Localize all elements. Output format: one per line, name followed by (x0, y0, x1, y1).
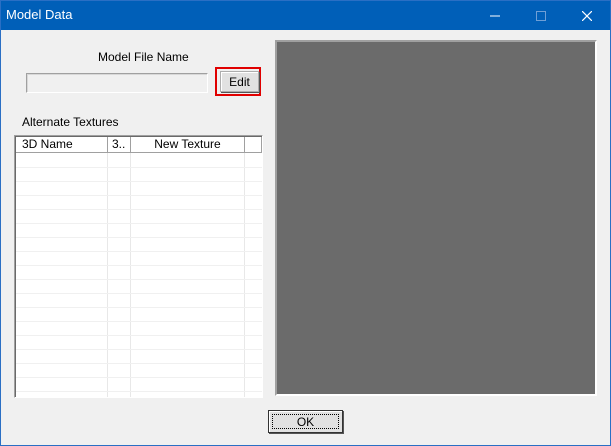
grid-line (16, 251, 262, 252)
grid-line (16, 223, 262, 224)
grid-line (16, 293, 262, 294)
grid-line (16, 279, 262, 280)
grid-line (16, 377, 262, 378)
edit-button[interactable]: Edit (220, 71, 259, 92)
ok-button[interactable]: OK (268, 410, 343, 433)
minimize-button[interactable] (472, 1, 518, 30)
grid-line (16, 321, 262, 322)
grid-line (16, 167, 262, 168)
column-header-new-texture[interactable]: New Texture (131, 137, 245, 153)
grid-line (16, 181, 262, 182)
column-header-extra[interactable] (245, 137, 262, 153)
window-title: Model Data (6, 7, 73, 22)
minimize-icon (490, 11, 500, 21)
grid-line (16, 335, 262, 336)
alternate-textures-list[interactable]: 3D Name 3.. New Texture (14, 135, 263, 398)
grid-line (130, 153, 131, 397)
grid-line (16, 307, 262, 308)
column-header-3d-name[interactable]: 3D Name (16, 137, 108, 153)
close-button[interactable] (564, 1, 610, 30)
title-bar[interactable]: Model Data (1, 1, 610, 30)
grid-line (16, 391, 262, 392)
list-header: 3D Name 3.. New Texture (16, 137, 262, 153)
grid-line (107, 153, 108, 397)
grid-line (16, 209, 262, 210)
model-file-name-label: Model File Name (98, 50, 189, 64)
grid-line (16, 237, 262, 238)
close-icon (582, 10, 592, 21)
model-data-dialog: Model Data Model File Name Edit Alternat… (0, 0, 611, 446)
grid-line (16, 265, 262, 266)
grid-line (244, 153, 245, 397)
alternate-textures-label: Alternate Textures (22, 115, 119, 129)
maximize-button (518, 1, 564, 30)
model-file-name-field[interactable] (26, 73, 208, 93)
grid-line (16, 349, 262, 350)
grid-line (16, 363, 262, 364)
column-header-3[interactable]: 3.. (108, 137, 131, 153)
grid-line (16, 195, 262, 196)
model-preview-pane[interactable] (275, 40, 597, 396)
focus-rectangle (272, 414, 339, 429)
maximize-icon (536, 10, 546, 21)
